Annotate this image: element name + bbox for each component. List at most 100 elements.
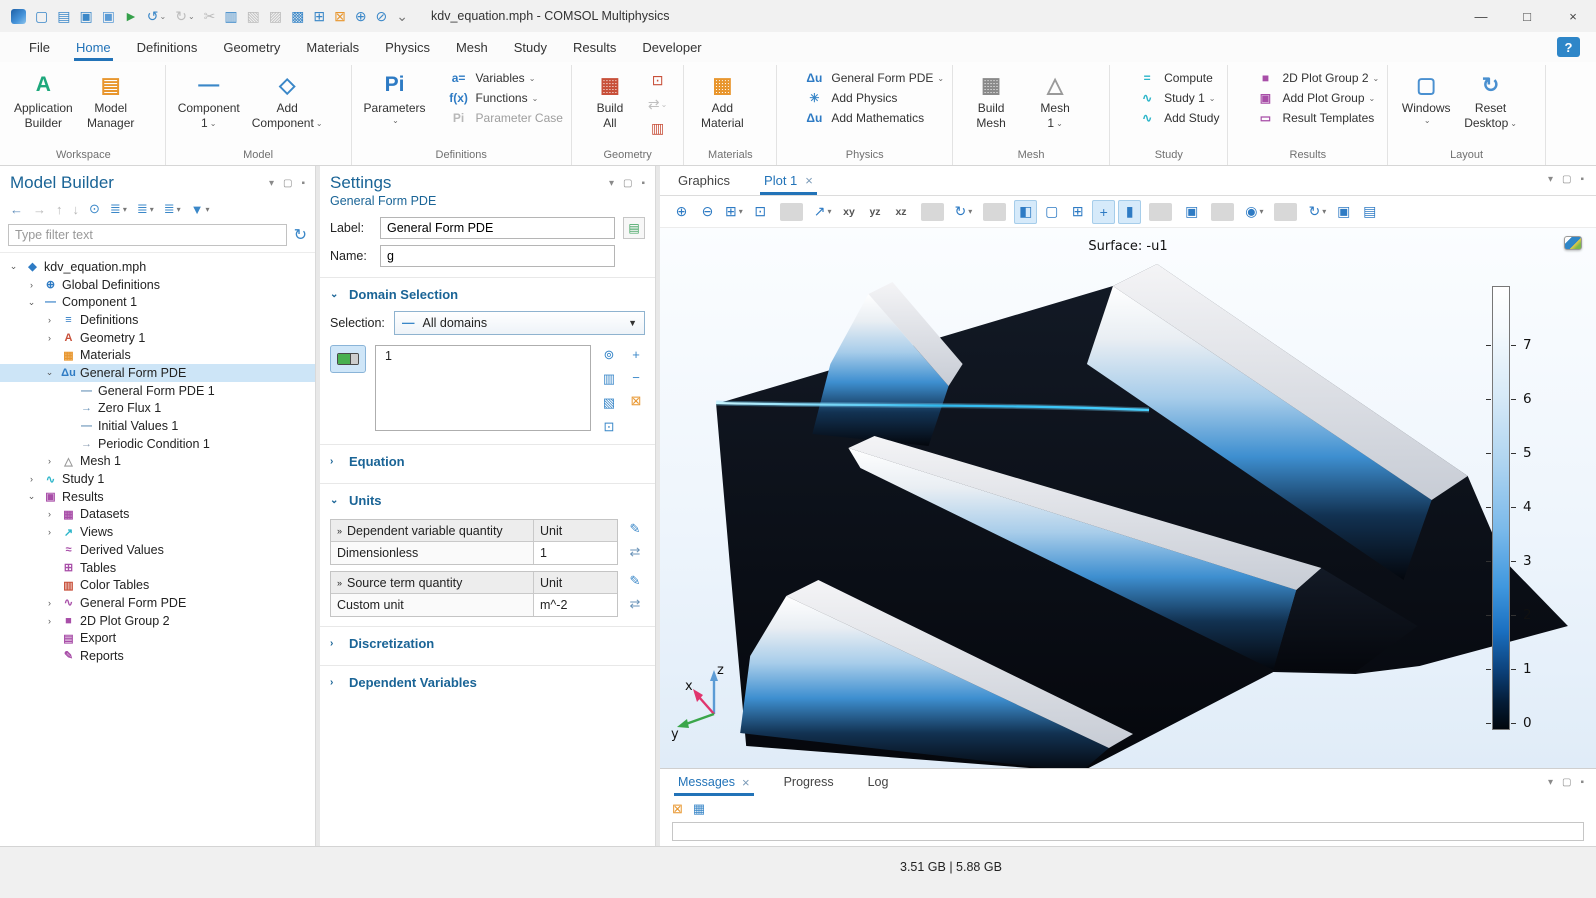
menu-physics[interactable]: Physics [372, 35, 443, 60]
delete-icon[interactable]: ▩ ⌄ [288, 7, 307, 25]
customize-toolbar-icon[interactable]: ⌄ ⌄ [393, 7, 411, 25]
forward-icon[interactable]: → ▾ [33, 202, 46, 217]
menu-home[interactable]: Home [63, 35, 124, 60]
name-input[interactable] [380, 245, 615, 267]
color-legend-icon[interactable]: ▮ ▾ [1118, 200, 1141, 224]
find-icon[interactable]: ⊕ ⌄ [352, 7, 370, 25]
messages-output[interactable] [672, 822, 1584, 841]
functions-button[interactable]: f(x) Functions ⌄ [446, 91, 563, 105]
pin-panel-icon[interactable]: ▪ [641, 178, 645, 189]
view-xz-icon[interactable]: xz ▾ [890, 200, 913, 224]
tree-expander-icon[interactable]: › [24, 280, 39, 290]
cut-icon[interactable]: ✂ ⌄ [201, 7, 219, 25]
edit-table-icon[interactable]: ✎ [630, 573, 641, 589]
zoom-to-selection-icon[interactable]: ⊡ [604, 419, 615, 435]
app-logo-icon[interactable]: ⌄ [8, 8, 29, 25]
move-up-icon[interactable]: ↑ ▾ [56, 202, 63, 217]
menu-materials[interactable]: Materials [293, 35, 372, 60]
table-row[interactable]: Dimensionless 1 [331, 542, 617, 564]
copy-icon[interactable]: ▥ ⌄ [221, 7, 240, 25]
select-box-icon[interactable]: ⊞ ⌄ [310, 7, 328, 25]
clear-messages-icon[interactable]: ⊠ [672, 801, 683, 817]
menu-developer[interactable]: Developer [629, 35, 714, 60]
menu-geometry[interactable]: Geometry [210, 35, 293, 60]
transparency-icon[interactable]: ◧ ▾ [1014, 200, 1037, 224]
variables-button[interactable]: a= Variables ⌄ [446, 71, 563, 85]
close-button[interactable]: × [1550, 0, 1596, 32]
expand-columns-icon[interactable]: » [337, 526, 342, 536]
lock-axes-icon[interactable]: ▣ ▾ [1180, 200, 1203, 224]
parameters-button[interactable]: Pi Parameters ⌄ [360, 66, 430, 145]
grid-icon[interactable]: ⊞ ▾ [1066, 200, 1089, 224]
pin-panel-icon[interactable]: ▪ [301, 178, 305, 189]
compute-button[interactable]: = Compute ⌄ [1134, 71, 1219, 85]
node-text-icon[interactable]: ≣ ▾ [164, 201, 181, 217]
parameter-case-button[interactable]: Pi Parameter Case ⌄ [446, 111, 563, 125]
tree-item[interactable]: — Initial Values 1 [0, 417, 315, 435]
collapse-all-icon[interactable]: ≣ ▾ [137, 201, 154, 217]
filter-icon[interactable]: ▼ ▾ [191, 202, 210, 217]
open-file-icon[interactable]: ▤ ⌄ [54, 7, 73, 25]
menu-file[interactable]: File [16, 35, 63, 60]
tree-expander-icon[interactable]: ⌄ [24, 491, 39, 502]
windows-button[interactable]: ▢ Windows ⌄ [1396, 66, 1456, 145]
undo-icon[interactable]: ↺ ⌄ [144, 7, 169, 25]
tree-item[interactable]: ▦ Materials [0, 346, 315, 364]
active-toggle-button[interactable] [330, 345, 366, 373]
tree-expander-icon[interactable]: › [42, 509, 57, 519]
scene-light-icon[interactable]: ▢ ▾ [1040, 200, 1063, 224]
create-selection-icon[interactable]: ⊚ [604, 347, 615, 363]
tree-expander-icon[interactable]: › [24, 474, 39, 484]
menu-study[interactable]: Study [501, 35, 560, 60]
application-builder-button[interactable]: A Application Builder⌄ [10, 66, 77, 145]
image-settings-icon[interactable]: ◉ ▾ [1242, 200, 1266, 224]
clear-selection-icon[interactable]: ⊠ [631, 393, 642, 409]
copy-selection-icon[interactable]: ▥ [603, 371, 615, 387]
add-plot-group-button[interactable]: ▣ Add Plot Group ⌄ [1252, 91, 1379, 105]
paste-selection-icon[interactable]: ▧ [603, 395, 615, 411]
panel-menu-icon[interactable]: ▾ [609, 178, 614, 189]
tab-graphics[interactable]: Graphics × [674, 166, 734, 195]
build-mesh-button[interactable]: ▦ Build Mesh⌄ [961, 66, 1021, 145]
section-units[interactable]: ⌄ Units [320, 483, 655, 515]
tree-item[interactable]: ▤ Export [0, 629, 315, 647]
section-equation[interactable]: › Equation [320, 444, 655, 476]
paste-icon[interactable]: ▧ ⌄ [244, 7, 263, 25]
zoom-extents-icon[interactable]: ⊡ ▾ [749, 200, 772, 224]
tree-expander-icon[interactable]: › [42, 315, 57, 325]
tree-item[interactable]: › ∿ General Form PDE [0, 594, 315, 612]
tree-item[interactable]: › A Geometry 1 [0, 329, 315, 347]
result-templates-button[interactable]: ▭ Result Templates ⌄ [1252, 111, 1379, 125]
tree-expander-icon[interactable]: › [42, 333, 57, 343]
tree-item[interactable]: › △ Mesh 1 [0, 453, 315, 471]
add-material-button[interactable]: ▦ Add Material⌄ [692, 66, 752, 145]
close-tab-icon[interactable]: × [805, 173, 813, 188]
tree-expander-icon[interactable]: › [42, 616, 57, 626]
tree-expander-icon[interactable]: ⌄ [42, 367, 57, 378]
help-button[interactable]: ? [1557, 37, 1580, 57]
remove-selection-icon[interactable]: − [632, 370, 640, 385]
tree-item[interactable]: — General Form PDE 1 [0, 382, 315, 400]
label-input[interactable] [380, 217, 615, 239]
tree-item[interactable]: ✎ Reports [0, 647, 315, 665]
rename-icon[interactable]: ▤ [623, 217, 645, 239]
clear-selection-icon[interactable]: ⊠ ⌄ [331, 7, 349, 25]
expand-all-icon[interactable]: ≣ ▾ [110, 201, 127, 217]
tab-log[interactable]: Log × [864, 769, 893, 796]
close-tab-icon[interactable]: × [742, 775, 750, 796]
tree-item[interactable]: › ≡ Definitions [0, 311, 315, 329]
view-xy-icon[interactable]: xy ▾ [838, 200, 861, 224]
save-as-icon[interactable]: ▣ ⌄ [99, 7, 118, 25]
selection-dropdown[interactable]: — All domains ▼ [394, 311, 645, 335]
tab-progress[interactable]: Progress × [780, 769, 838, 796]
maximize-button[interactable]: □ [1504, 0, 1550, 32]
tree-item[interactable]: ⊞ Tables [0, 559, 315, 577]
build-all-button[interactable]: ▦ Build All⌄ [580, 66, 640, 145]
move-down-icon[interactable]: ↓ ▾ [73, 202, 80, 217]
zoom-box-icon[interactable]: ⊞ ▾ [722, 200, 746, 224]
plot-group-2d-2-button[interactable]: ■ 2D Plot Group 2 ⌄ [1252, 71, 1379, 85]
tree-item[interactable]: → Zero Flux 1 [0, 400, 315, 418]
add-study-button[interactable]: ∿ Add Study ⌄ [1134, 111, 1219, 125]
menu-definitions[interactable]: Definitions [124, 35, 211, 60]
tab-plot-1[interactable]: Plot 1 × [760, 166, 817, 195]
